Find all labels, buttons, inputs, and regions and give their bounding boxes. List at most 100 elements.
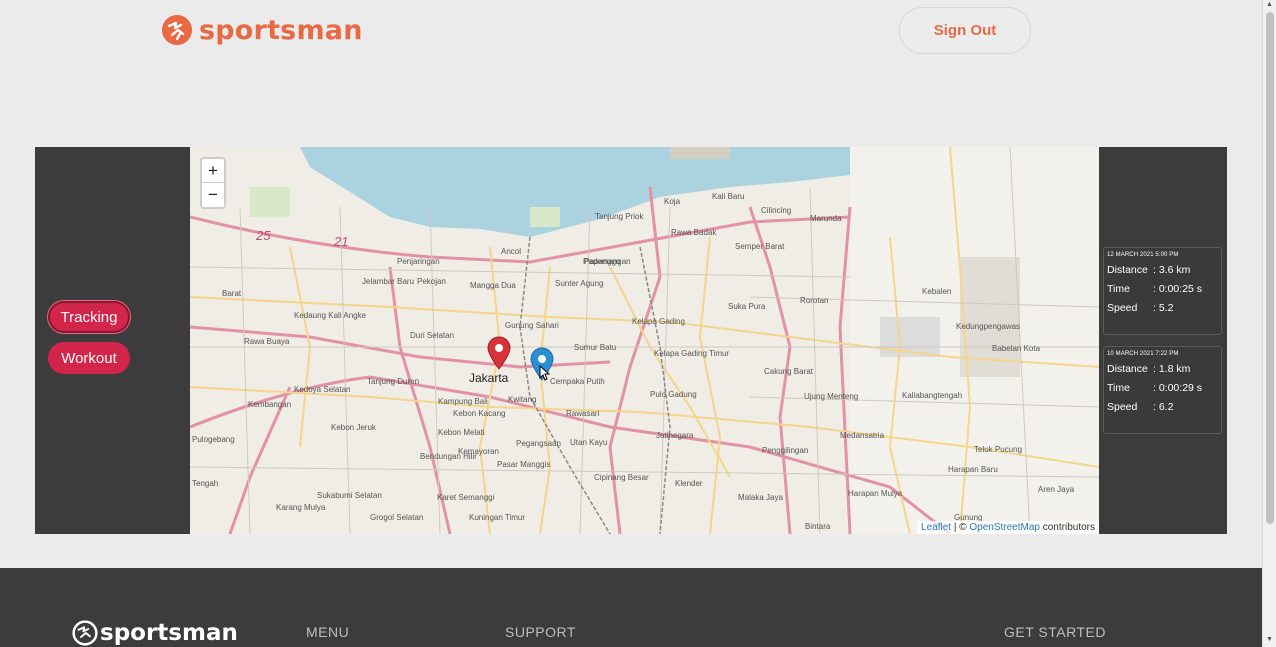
map-label: Harapan Mulya [848,489,903,498]
map-label: Barat [222,289,242,298]
road-number-25: 25 [255,228,271,243]
map-label: Aren Jaya [1038,485,1075,494]
map-attribution: Leaflet | © OpenStreetMap contributors [917,521,1099,534]
activity-card[interactable]: 10 MARCH 2021 7:22 PM Distance: 1.8 km T… [1103,346,1222,434]
footer-menu-heading: MENU [306,624,350,640]
speed-label: Speed [1107,302,1138,314]
map-label: Cipinang Besar [594,473,649,482]
map-label: Kebon Melati [438,428,485,437]
map-label: Mangga Dua [470,281,516,290]
activity-list: 12 MARCH 2021 5:00 PM Distance : 3.6 km T… [1099,147,1227,534]
map-label: Ujung Menteng [804,392,859,401]
map-view[interactable]: 25 21 Penjaringan Pademangan Tanjung Pri… [190,147,1099,534]
map-label: Grogol Selatan [370,513,424,522]
leaflet-link[interactable]: Leaflet [921,522,951,533]
map-label: Kelapa Gading Timur [654,349,730,358]
logo-text: sportsman [199,14,363,46]
map-label: Pasar Manggis [497,460,551,469]
footer-support-heading: SUPPORT [505,624,576,640]
workout-button[interactable]: Workout [48,342,130,374]
road-number-21: 21 [333,234,348,249]
time-label: Time [1107,283,1130,295]
map-label: Duri Selatan [410,331,455,340]
activity-distance: Distance : 3.6 km [1107,264,1221,283]
map-label: Pulo Gadung [650,390,697,399]
map-label: Sumur Batu [574,343,617,352]
map-label: Teluk Pucung [974,445,1023,454]
tracking-button[interactable]: Tracking [48,301,130,333]
map-label: Ancol [501,247,522,256]
time-value: : 0:00:25 s [1153,283,1203,295]
map-label: Kembangan [248,400,292,409]
mouse-cursor-icon [539,365,550,381]
map-label: Marunda [810,214,842,223]
map-label: Tanjung Duren [367,377,420,386]
map-label: Utan Kayu [570,438,608,447]
map-label: Tengah [192,479,219,488]
map-label: Kedungpengawas [956,322,1021,331]
distance-label: Distance [1107,264,1148,276]
activity-time: Time: 0:00:29 s [1107,382,1221,401]
left-nav: Tracking Workout [35,147,190,534]
map-label: Rawa Badak [671,228,717,237]
time-value: : 0:00:29 s [1153,382,1203,394]
footer-get-started-heading: GET STARTED [1004,624,1106,640]
map-label: Karang Mulya [276,503,326,512]
map-label: Jelambar Baru [362,277,415,286]
activity-speed: Speed : 6.2 [1107,401,1221,420]
map-label: Bendungan Hilir [420,452,477,461]
map-label: Klender [675,479,703,488]
activity-speed: Speed : 5.2 [1107,302,1221,321]
zoom-in-button[interactable]: + [202,159,224,183]
zoom-control: + − [200,157,226,209]
map-label: Rawa Buaya [244,337,290,346]
map-label: Kaliabangtengah [902,391,963,400]
activity-time: Time : 0:00:25 s [1107,283,1221,302]
map-label: Medansatria [840,431,885,440]
map-label: Kebon Jeruk [331,423,376,432]
map-label: Babelan Kota [992,344,1041,353]
map-label: Pulogebang [192,435,235,444]
map-label: Sunter Agung [555,279,604,288]
map-label: Kedoya Selatan [294,385,351,394]
scroll-down-arrow-icon[interactable]: ▼ [1266,636,1273,643]
distance-value: : 3.6 km [1153,264,1191,276]
map-label: Kwitang [508,395,537,404]
logo[interactable]: sportsman [161,14,363,46]
activity-date: 12 MARCH 2021 5:00 PM [1107,252,1179,258]
map-city-label: Jakarta [469,371,509,385]
footer-logo[interactable]: sportsman [72,620,238,646]
scroll-up-arrow-icon[interactable]: ▲ [1266,1,1273,8]
attribution-contributors: contributors [1039,522,1095,533]
activity-date: 10 MARCH 2021 7:22 PM [1107,351,1179,357]
map-label: Kebon Kacang [453,409,506,418]
map-label: Pegangsaan [516,439,561,448]
speed-label: Speed [1107,401,1138,413]
map-label: Penggilingan [762,446,809,455]
page-scrollbar[interactable]: ▲ ▼ [1262,0,1276,647]
map-label: Kali Baru [712,192,745,201]
map-label: Sukabumi Selatan [317,491,382,500]
map-label: Koja [664,197,681,206]
map-label: Kuningan Timur [469,513,526,522]
footer-logo-text: sportsman [100,620,238,646]
openstreetmap-link[interactable]: OpenStreetMap [969,522,1040,533]
map-label: Rorotan [800,296,829,305]
attribution-separator: | © [951,522,970,533]
map-label: Rawasari [566,409,600,418]
footer: sportsman MENU SUPPORT GET STARTED [0,568,1262,647]
header: sportsman Sign Out [0,0,1262,80]
map-label: Tanjung Priok [595,212,644,221]
map-label: Cakung Barat [764,367,813,376]
speed-value: : 5.2 [1153,302,1174,314]
sign-out-button[interactable]: Sign Out [899,7,1031,54]
zoom-out-button[interactable]: − [202,183,224,207]
scroll-thumb[interactable] [1266,12,1274,524]
map-label: Semper Barat [735,242,785,251]
map-label: Kebalen [922,287,952,296]
activity-card[interactable]: 12 MARCH 2021 5:00 PM Distance : 3.6 km T… [1103,247,1222,335]
speed-value: : 6.2 [1153,401,1174,413]
map-label: Malaka Jaya [738,493,783,502]
start-marker-icon[interactable] [487,336,511,370]
map-label: Karet Semanggi [437,493,495,502]
